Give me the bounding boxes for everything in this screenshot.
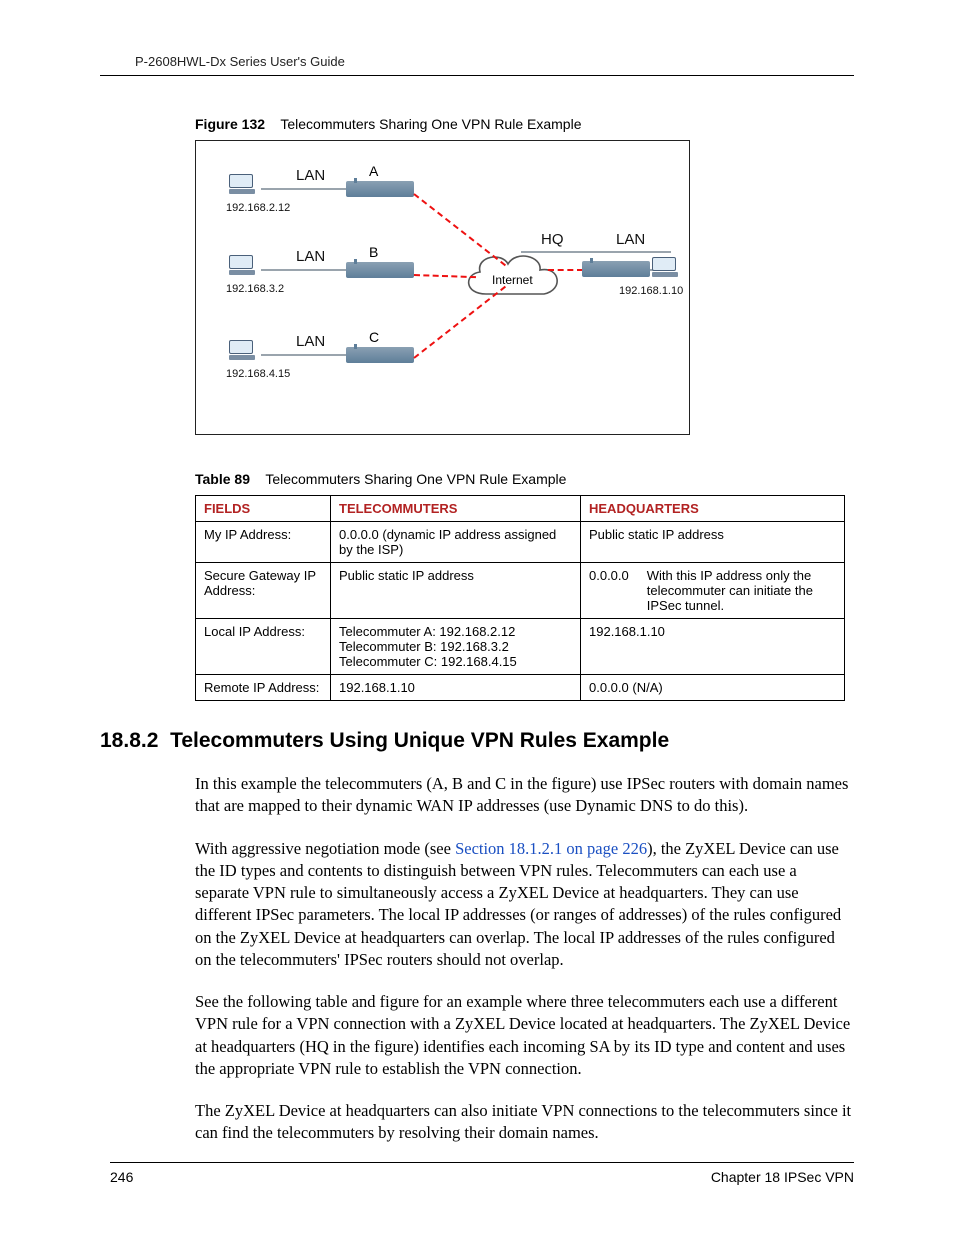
table-label: Table 89 <box>195 471 250 487</box>
cell-field: Remote IP Address: <box>196 675 331 701</box>
section-title: Telecommuters Using Unique VPN Rules Exa… <box>170 729 669 752</box>
cell-hq: 0.0.0.0 With this IP address only the te… <box>581 563 845 619</box>
cell-field: Local IP Address: <box>196 619 331 675</box>
hq-note: With this IP address only the telecommut… <box>647 568 836 613</box>
cell-tele: 0.0.0.0 (dynamic IP address assigned by … <box>331 522 581 563</box>
table-row: Secure Gateway IP Address: Public static… <box>196 563 845 619</box>
text-before-link: With aggressive negotiation mode (see <box>195 839 455 858</box>
vpn-settings-table: FIELDS TELECOMMUTERS HEADQUARTERS My IP … <box>195 495 845 701</box>
lan-line <box>261 269 346 271</box>
router-icon <box>346 181 414 197</box>
figure-label: Figure 132 <box>195 116 265 132</box>
guide-title: P-2608HWL-Dx Series User's Guide <box>135 54 345 69</box>
text-after-link: ), the ZyXEL Device can use the ID types… <box>195 839 841 969</box>
lan-line <box>261 354 346 356</box>
internet-label: Internet <box>492 273 533 287</box>
ip-a: 192.168.2.12 <box>226 202 290 214</box>
table-row: Local IP Address: Telecommuter A: 192.16… <box>196 619 845 675</box>
tele-line: Telecommuter B: 192.168.3.2 <box>339 639 572 654</box>
network-diagram: LAN A 192.168.2.12 LAN B 192.168.3.2 LAN… <box>195 140 690 435</box>
figure-title: Telecommuters Sharing One VPN Rule Examp… <box>280 116 581 132</box>
th-headquarters: HEADQUARTERS <box>581 496 845 522</box>
ip-c: 192.168.4.15 <box>226 368 290 380</box>
table-row: Remote IP Address: 192.168.1.10 0.0.0.0 … <box>196 675 845 701</box>
paragraph: In this example the telecommuters (A, B … <box>195 773 854 818</box>
paragraph: With aggressive negotiation mode (see Se… <box>195 838 854 972</box>
cell-tele: 192.168.1.10 <box>331 675 581 701</box>
letter-b: B <box>369 244 378 260</box>
table-caption: Table 89 Telecommuters Sharing One VPN R… <box>195 471 854 487</box>
computer-icon <box>229 340 255 362</box>
cell-tele: Public static IP address <box>331 563 581 619</box>
section-number: 18.8.2 <box>100 729 158 752</box>
tele-line: Telecommuter A: 192.168.2.12 <box>339 624 572 639</box>
lan-line <box>261 188 346 190</box>
page-header: P-2608HWL-Dx Series User's Guide <box>100 54 854 76</box>
hq-label: HQ <box>541 231 564 248</box>
cell-field: Secure Gateway IP Address: <box>196 563 331 619</box>
tunnel-line <box>548 269 583 271</box>
hq-ip: 0.0.0.0 <box>589 568 629 613</box>
cell-hq: 0.0.0.0 (N/A) <box>581 675 845 701</box>
cross-reference-link[interactable]: Section 18.1.2.1 on page 226 <box>455 839 647 858</box>
letter-a: A <box>369 163 378 179</box>
lan-label: LAN <box>296 167 325 184</box>
computer-icon <box>229 174 255 196</box>
table-header: FIELDS TELECOMMUTERS HEADQUARTERS <box>196 496 845 522</box>
computer-icon <box>652 257 678 279</box>
paragraph: See the following table and figure for a… <box>195 991 854 1080</box>
page-footer: 246 Chapter 18 IPSec VPN <box>110 1162 854 1185</box>
lan-label: LAN <box>296 333 325 350</box>
cell-field: My IP Address: <box>196 522 331 563</box>
cell-tele: Telecommuter A: 192.168.2.12 Telecommute… <box>331 619 581 675</box>
cell-hq: Public static IP address <box>581 522 845 563</box>
ip-hq: 192.168.1.10 <box>619 285 683 297</box>
ip-b: 192.168.3.2 <box>226 283 284 295</box>
page-number: 246 <box>110 1169 133 1185</box>
figure-caption: Figure 132 Telecommuters Sharing One VPN… <box>195 116 854 132</box>
section-heading: 18.8.2 Telecommuters Using Unique VPN Ru… <box>100 729 854 753</box>
th-fields: FIELDS <box>196 496 331 522</box>
th-telecommuters: TELECOMMUTERS <box>331 496 581 522</box>
router-icon <box>346 347 414 363</box>
table-row: My IP Address: 0.0.0.0 (dynamic IP addre… <box>196 522 845 563</box>
table-title: Telecommuters Sharing One VPN Rule Examp… <box>265 471 566 487</box>
lan-line <box>521 251 671 253</box>
router-icon <box>582 261 650 277</box>
lan-label: LAN <box>616 231 645 248</box>
letter-c: C <box>369 329 379 345</box>
paragraph: The ZyXEL Device at headquarters can als… <box>195 1100 854 1145</box>
router-icon <box>346 262 414 278</box>
tele-line: Telecommuter C: 192.168.4.15 <box>339 654 572 669</box>
chapter-label: Chapter 18 IPSec VPN <box>711 1169 854 1185</box>
lan-label: LAN <box>296 248 325 265</box>
cell-hq: 192.168.1.10 <box>581 619 845 675</box>
computer-icon <box>229 255 255 277</box>
